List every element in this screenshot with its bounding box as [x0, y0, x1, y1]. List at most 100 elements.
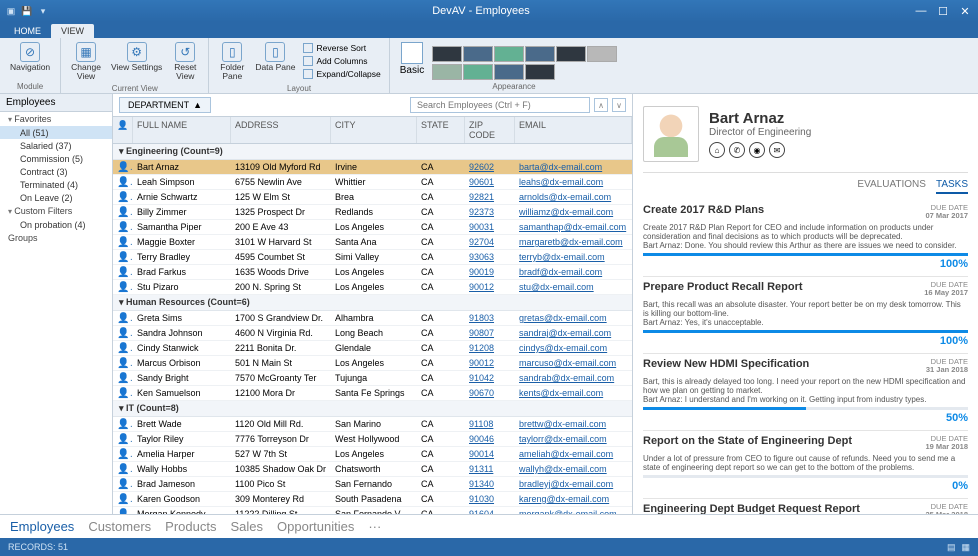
color-swatch[interactable] [525, 46, 555, 62]
color-swatch[interactable] [432, 46, 462, 62]
email-link[interactable]: gretas@dx-email.com [515, 312, 632, 325]
email-link[interactable]: kents@dx-email.com [515, 387, 632, 400]
close-button[interactable]: ✕ [958, 5, 972, 18]
qat-down-icon[interactable]: ▾ [38, 6, 48, 16]
tab-view[interactable]: VIEW [51, 24, 94, 38]
reset-view-button[interactable]: ↺Reset View [168, 40, 202, 83]
sidebar-cat-groups[interactable]: Groups [0, 231, 112, 245]
email-link[interactable]: bradleyj@dx-email.com [515, 478, 632, 491]
zip-link[interactable]: 90670 [465, 387, 515, 400]
view-list-icon[interactable]: ▤ [947, 542, 956, 553]
search-input[interactable] [410, 97, 590, 113]
table-row[interactable]: 👤Brad Farkus1635 Woods DriveLos AngelesC… [113, 265, 632, 280]
zip-link[interactable]: 91311 [465, 463, 515, 476]
email-link[interactable]: kareng@dx-email.com [515, 493, 632, 506]
color-swatch[interactable] [494, 64, 524, 80]
nav-customers[interactable]: Customers [88, 519, 151, 534]
tab-tasks[interactable]: TASKS [936, 179, 968, 194]
zip-link[interactable]: 91340 [465, 478, 515, 491]
zip-link[interactable]: 91030 [465, 493, 515, 506]
navigation-button[interactable]: ⊘ Navigation [6, 40, 54, 81]
task-item[interactable]: Report on the State of Engineering DeptD… [643, 431, 968, 499]
nav-more[interactable]: ··· [368, 519, 381, 534]
email-link[interactable]: morgank@dx-email.com [515, 508, 632, 515]
color-swatch[interactable] [587, 46, 617, 62]
email-link[interactable]: sandraj@dx-email.com [515, 327, 632, 340]
table-row[interactable]: 👤Bart Arnaz13109 Old Myford RdIrvineCA92… [113, 160, 632, 175]
color-swatch[interactable] [463, 64, 493, 80]
minimize-button[interactable]: — [914, 5, 928, 18]
email-link[interactable]: margaretb@dx-email.com [515, 236, 632, 249]
sidebar-item[interactable]: Terminated (4) [0, 178, 112, 191]
zip-link[interactable]: 91208 [465, 342, 515, 355]
table-row[interactable]: 👤Taylor Riley7776 Torreyson DrWest Holly… [113, 432, 632, 447]
nav-products[interactable]: Products [165, 519, 216, 534]
home-icon[interactable]: ⌂ [709, 142, 725, 158]
camera-icon[interactable]: ◉ [749, 142, 765, 158]
table-row[interactable]: 👤Billy Zimmer1325 Prospect DrRedlandsCA9… [113, 205, 632, 220]
zip-link[interactable]: 90807 [465, 327, 515, 340]
folder-pane-button[interactable]: ▯Folder Pane [215, 40, 249, 83]
color-swatch[interactable] [463, 46, 493, 62]
mail-icon[interactable]: ✉ [769, 142, 785, 158]
sidebar-cat-filters[interactable]: Custom Filters [0, 204, 112, 218]
col-address[interactable]: ADDRESS [231, 117, 331, 143]
task-item[interactable]: Create 2017 R&D PlansDUE DATE07 Mar 2017… [643, 200, 968, 277]
email-link[interactable]: brettw@dx-email.com [515, 418, 632, 431]
grid-body[interactable]: ▾ Engineering (Count=9)👤Bart Arnaz13109 … [113, 144, 632, 514]
view-card-icon[interactable]: ▦ [961, 542, 970, 553]
table-row[interactable]: 👤Stu Pizaro200 N. Spring StLos AngelesCA… [113, 280, 632, 295]
col-name[interactable]: FULL NAME [133, 117, 231, 143]
col-city[interactable]: CITY [331, 117, 417, 143]
zip-link[interactable]: 92704 [465, 236, 515, 249]
table-row[interactable]: 👤Brad Jameson1100 Pico StSan FernandoCA9… [113, 477, 632, 492]
task-item[interactable]: Review New HDMI SpecificationDUE DATE31 … [643, 354, 968, 431]
table-row[interactable]: 👤Arnie Schwartz125 W Elm StBreaCA92821ar… [113, 190, 632, 205]
zip-link[interactable]: 92602 [465, 161, 515, 174]
col-zip[interactable]: ZIP CODE [465, 117, 515, 143]
zip-link[interactable]: 91604 [465, 508, 515, 515]
table-row[interactable]: 👤Brett Wade1120 Old Mill Rd.San MarinoCA… [113, 417, 632, 432]
data-pane-button[interactable]: ▯Data Pane [251, 40, 299, 83]
email-link[interactable]: samanthap@dx-email.com [515, 221, 632, 234]
zip-link[interactable]: 92373 [465, 206, 515, 219]
col-state[interactable]: STATE [417, 117, 465, 143]
zip-link[interactable]: 91108 [465, 418, 515, 431]
color-swatch[interactable] [556, 46, 586, 62]
color-swatch[interactable] [432, 64, 462, 80]
phone-icon[interactable]: ✆ [729, 142, 745, 158]
expand-collapse-button[interactable]: Expand/Collapse [301, 68, 382, 80]
zip-link[interactable]: 90046 [465, 433, 515, 446]
nav-sales[interactable]: Sales [230, 519, 263, 534]
zip-link[interactable]: 93063 [465, 251, 515, 264]
zip-link[interactable]: 90601 [465, 176, 515, 189]
zip-link[interactable]: 92821 [465, 191, 515, 204]
table-row[interactable]: 👤Cindy Stanwick2211 Bonita Dr.GlendaleCA… [113, 341, 632, 356]
color-swatch[interactable] [525, 64, 555, 80]
tab-home[interactable]: HOME [4, 24, 51, 38]
group-row[interactable]: ▾ Human Resources (Count=6) [113, 295, 632, 311]
zip-link[interactable]: 91803 [465, 312, 515, 325]
table-row[interactable]: 👤Amelia Harper527 W 7th StLos AngelesCA9… [113, 447, 632, 462]
department-group-button[interactable]: DEPARTMENT▲ [119, 97, 211, 113]
email-link[interactable]: barta@dx-email.com [515, 161, 632, 174]
maximize-button[interactable]: ☐ [936, 5, 950, 18]
add-columns-button[interactable]: Add Columns [301, 55, 382, 67]
view-settings-button[interactable]: ⚙View Settings [107, 40, 166, 83]
zip-link[interactable]: 91042 [465, 372, 515, 385]
col-photo[interactable]: 👤 [113, 117, 133, 143]
task-item[interactable]: Engineering Dept Budget Request ReportDU… [643, 499, 968, 514]
table-row[interactable]: 👤Wally Hobbs10385 Shadow Oak DrChatswort… [113, 462, 632, 477]
email-link[interactable]: leahs@dx-email.com [515, 176, 632, 189]
search-next-button[interactable]: ∨ [612, 98, 626, 112]
sidebar-item[interactable]: Salaried (37) [0, 139, 112, 152]
nav-employees[interactable]: Employees [10, 519, 74, 534]
zip-link[interactable]: 90012 [465, 357, 515, 370]
change-view-button[interactable]: ▦Change View [67, 40, 105, 83]
table-row[interactable]: 👤Ken Samuelson12100 Mora DrSanta Fe Spri… [113, 386, 632, 401]
search-prev-button[interactable]: ∧ [594, 98, 608, 112]
table-row[interactable]: 👤Terry Bradley4595 Coumbet StSimi Valley… [113, 250, 632, 265]
tab-evaluations[interactable]: EVALUATIONS [857, 179, 926, 194]
sidebar-item[interactable]: On probation (4) [0, 218, 112, 231]
sidebar-item[interactable]: On Leave (2) [0, 191, 112, 204]
